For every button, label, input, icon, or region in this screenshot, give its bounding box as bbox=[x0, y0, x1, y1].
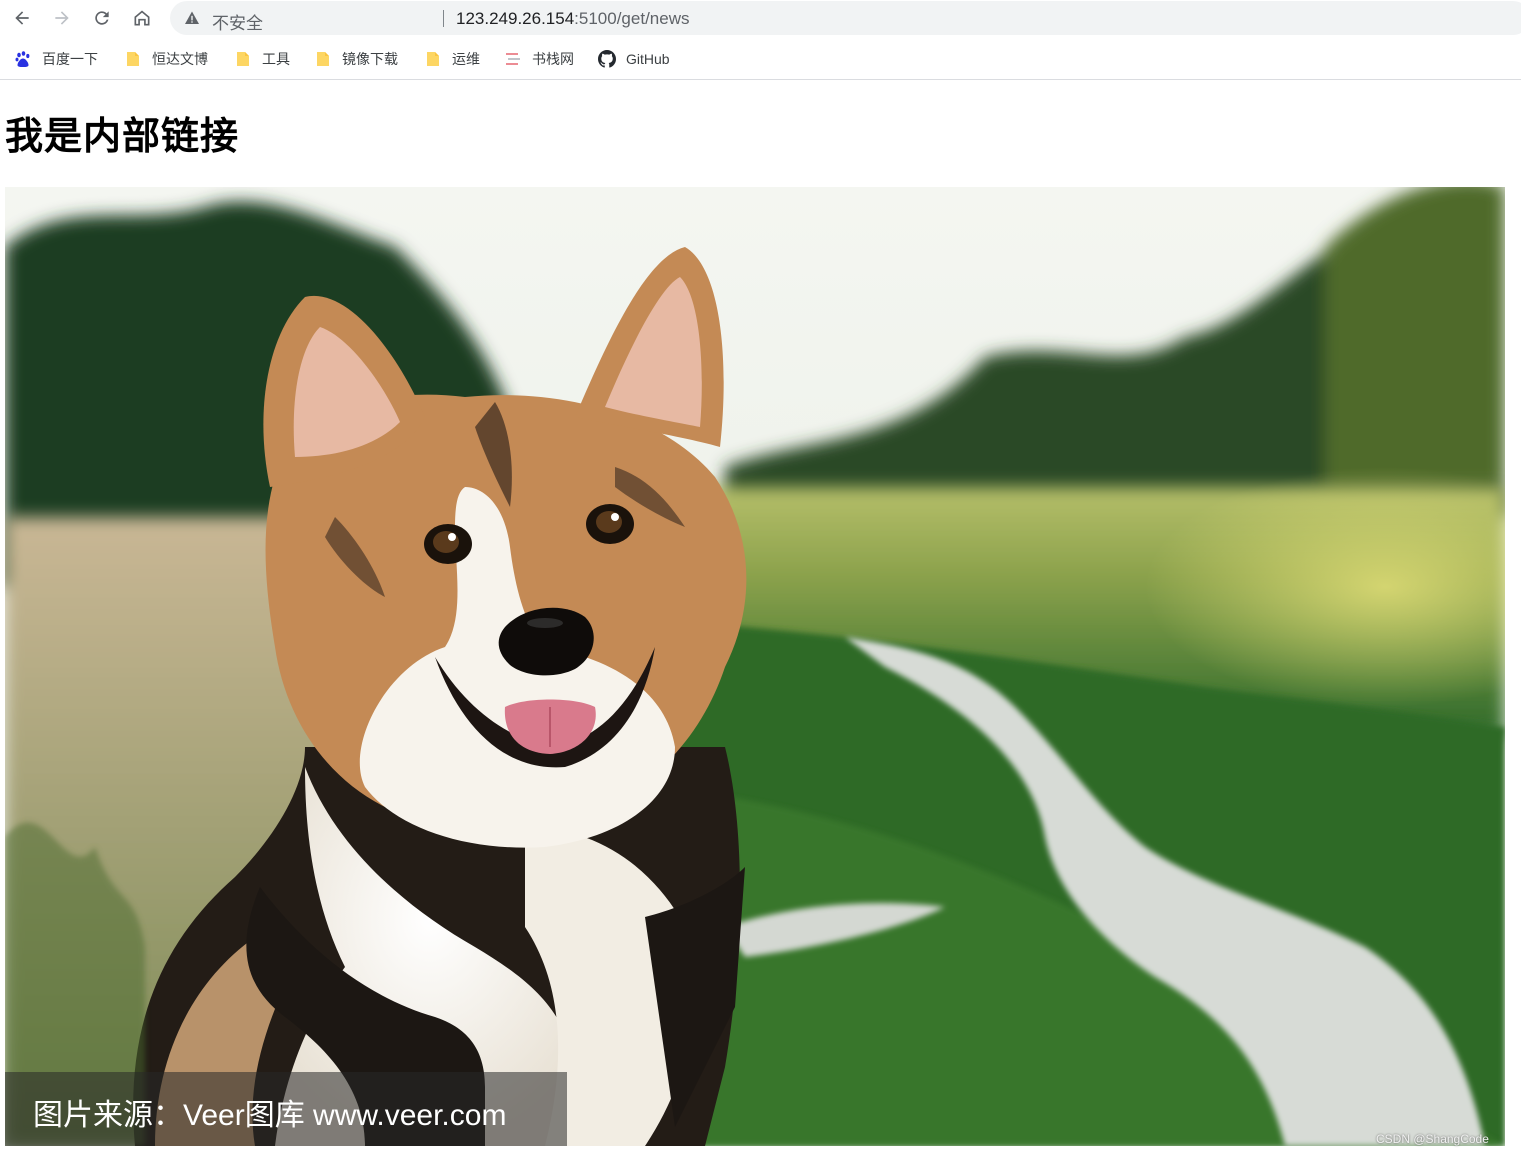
folder-icon bbox=[124, 50, 142, 68]
baidu-paw-icon bbox=[14, 50, 32, 68]
bookmark-label: 百度一下 bbox=[42, 51, 98, 67]
omnibox-separator bbox=[443, 10, 444, 27]
page-title: 我是内部链接 bbox=[5, 114, 240, 158]
corgi-photo-illustration bbox=[5, 187, 1505, 1146]
image-caption-box: 图片来源：Veer图库 www.veer.com bbox=[5, 1072, 567, 1146]
image-caption: 图片来源：Veer图库 www.veer.com bbox=[33, 1099, 507, 1132]
bookmark-github[interactable]: GitHub bbox=[598, 47, 670, 71]
bookmark-bookstack[interactable]: 书栈网 bbox=[504, 47, 574, 71]
bookmark-label: GitHub bbox=[626, 51, 670, 67]
url-text[interactable]: 123.249.26.154:5100/get/news bbox=[456, 9, 689, 29]
folder-icon bbox=[314, 50, 332, 68]
bookmark-label: 书栈网 bbox=[532, 51, 574, 67]
forward-button[interactable] bbox=[48, 4, 76, 32]
bookmark-hengda[interactable]: 恒达文博 bbox=[124, 47, 208, 71]
back-arrow-icon bbox=[15, 11, 29, 25]
bookmark-mirror-download[interactable]: 镜像下载 bbox=[314, 47, 398, 71]
warning-triangle-icon[interactable] bbox=[184, 10, 200, 26]
bookmark-label: 镜像下载 bbox=[342, 51, 398, 67]
home-button[interactable] bbox=[128, 4, 156, 32]
bookmark-baidu[interactable]: 百度一下 bbox=[14, 47, 98, 71]
address-bar[interactable]: 不安全 123.249.26.154:5100/get/news bbox=[170, 1, 1521, 35]
watermark: CSDN @ShangCode bbox=[1376, 1132, 1489, 1146]
browser-toolbar: 不安全 123.249.26.154:5100/get/news bbox=[0, 0, 1521, 36]
bookmark-ops[interactable]: 运维 bbox=[424, 47, 480, 71]
bookmark-label: 恒达文博 bbox=[152, 51, 208, 67]
bookmark-label: 运维 bbox=[452, 51, 480, 67]
folder-icon bbox=[234, 50, 252, 68]
security-label[interactable]: 不安全 bbox=[212, 9, 263, 34]
home-icon bbox=[134, 10, 150, 26]
bookmark-tools[interactable]: 工具 bbox=[234, 47, 290, 71]
bookmark-label: 工具 bbox=[262, 51, 290, 67]
back-button[interactable] bbox=[8, 4, 36, 32]
reload-icon bbox=[95, 11, 109, 25]
url-host: 123.249.26.154 bbox=[456, 9, 575, 28]
github-icon bbox=[598, 50, 616, 68]
corgi-photo: 图片来源：Veer图库 www.veer.com bbox=[5, 187, 1505, 1146]
bookstack-icon bbox=[504, 50, 522, 68]
reload-button[interactable] bbox=[88, 4, 116, 32]
forward-arrow-icon bbox=[55, 11, 69, 25]
folder-icon bbox=[424, 50, 442, 68]
bookmarks-bar: 百度一下 恒达文博 工具 镜像下载 运维 书栈网 GitHub bbox=[0, 38, 1521, 80]
url-path: :5100/get/news bbox=[574, 9, 690, 28]
